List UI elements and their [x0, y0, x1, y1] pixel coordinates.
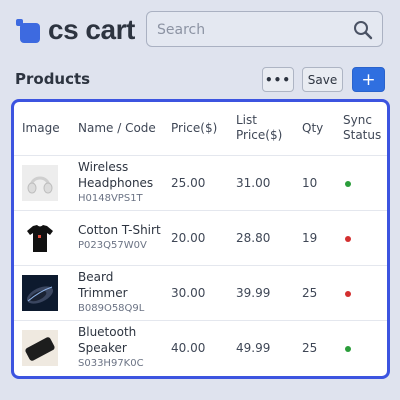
- qty-cell[interactable]: 25: [294, 265, 335, 321]
- name-code-cell[interactable]: Cotton T-Shirt P023Q57W0V: [70, 210, 163, 266]
- search-box[interactable]: [146, 11, 383, 47]
- list-price-cell[interactable]: 39.99: [228, 265, 294, 321]
- speaker-image-icon[interactable]: [22, 329, 58, 366]
- column-header-list-price[interactable]: List Price($): [228, 102, 294, 156]
- search-icon[interactable]: [353, 20, 373, 40]
- name-code-cell[interactable]: Wireless Headphones H0148VPS1T: [70, 155, 163, 211]
- sync-status-dot: [345, 180, 351, 187]
- image-cell: [14, 265, 70, 321]
- tshirt-image-icon[interactable]: [22, 219, 58, 256]
- image-cell: [14, 155, 70, 211]
- product-name[interactable]: Wireless Headphones: [78, 159, 163, 191]
- product-code: S033H97K0C: [78, 358, 144, 370]
- product-code: P023Q57W0V: [78, 240, 147, 251]
- sync-status-dot: [345, 290, 351, 297]
- product-code: H0148VPS1T: [78, 193, 143, 204]
- name-code-cell[interactable]: Bluetooth Speaker S033H97K0C: [70, 320, 163, 375]
- product-name[interactable]: Cotton T-Shirt: [78, 222, 163, 238]
- sync-status-dot: [345, 235, 351, 242]
- sync-status-cell: [335, 265, 387, 321]
- product-name[interactable]: Bluetooth Speaker: [78, 324, 163, 356]
- page-title: Products: [15, 70, 91, 88]
- column-header-price[interactable]: Price($): [163, 102, 228, 156]
- list-price-cell[interactable]: 31.00: [228, 155, 294, 211]
- page-toolbar: Products ••• Save +: [0, 62, 400, 96]
- qty-cell[interactable]: 25: [294, 320, 335, 375]
- price-cell[interactable]: 20.00: [163, 210, 228, 266]
- sync-status-cell: [335, 155, 387, 211]
- table-row[interactable]: Wireless Headphones H0148VPS1T 25.00 31.…: [14, 155, 387, 211]
- table-row[interactable]: Bluetooth Speaker S033H97K0C 40.00 49.99…: [14, 320, 387, 375]
- logo[interactable]: cs cart: [16, 14, 135, 46]
- column-header-qty[interactable]: Qty: [294, 102, 335, 156]
- qty-cell[interactable]: 19: [294, 210, 335, 266]
- list-price-cell[interactable]: 49.99: [228, 320, 294, 375]
- product-code: B089O58Q9L: [78, 303, 145, 314]
- image-cell: [14, 320, 70, 375]
- price-cell[interactable]: 25.00: [163, 155, 228, 211]
- logo-mark-icon: [16, 17, 42, 43]
- column-header-image[interactable]: Image: [14, 102, 70, 156]
- headphones-image-icon[interactable]: [22, 164, 58, 201]
- table-header-row: Image Name / Code Price($) List Price($)…: [14, 102, 387, 156]
- qty-cell[interactable]: 10: [294, 155, 335, 211]
- products-panel: Image Name / Code Price($) List Price($)…: [11, 99, 390, 379]
- column-header-name-code[interactable]: Name / Code: [70, 102, 163, 156]
- sync-status-dot: [345, 345, 351, 352]
- save-button[interactable]: Save: [302, 67, 343, 92]
- add-product-button[interactable]: +: [352, 67, 385, 92]
- sync-status-cell: [335, 320, 387, 375]
- more-actions-button[interactable]: •••: [262, 67, 294, 92]
- search-input[interactable]: [157, 20, 347, 40]
- product-name[interactable]: Beard Trimmer: [78, 269, 163, 301]
- list-price-cell[interactable]: 28.80: [228, 210, 294, 266]
- price-cell[interactable]: 30.00: [163, 265, 228, 321]
- sync-status-cell: [335, 210, 387, 266]
- name-code-cell[interactable]: Beard Trimmer B089O58Q9L: [70, 265, 163, 321]
- trimmer-image-icon[interactable]: [22, 274, 58, 311]
- price-cell[interactable]: 40.00: [163, 320, 228, 375]
- top-header: cs cart: [0, 0, 400, 58]
- table-row[interactable]: Beard Trimmer B089O58Q9L 30.00 39.99 25: [14, 265, 387, 321]
- column-header-sync-status[interactable]: Sync Status: [335, 102, 387, 156]
- products-table: Image Name / Code Price($) List Price($)…: [14, 102, 387, 375]
- logo-text: cs cart: [48, 14, 135, 45]
- image-cell: [14, 210, 70, 266]
- table-row[interactable]: Cotton T-Shirt P023Q57W0V 20.00 28.80 19: [14, 210, 387, 266]
